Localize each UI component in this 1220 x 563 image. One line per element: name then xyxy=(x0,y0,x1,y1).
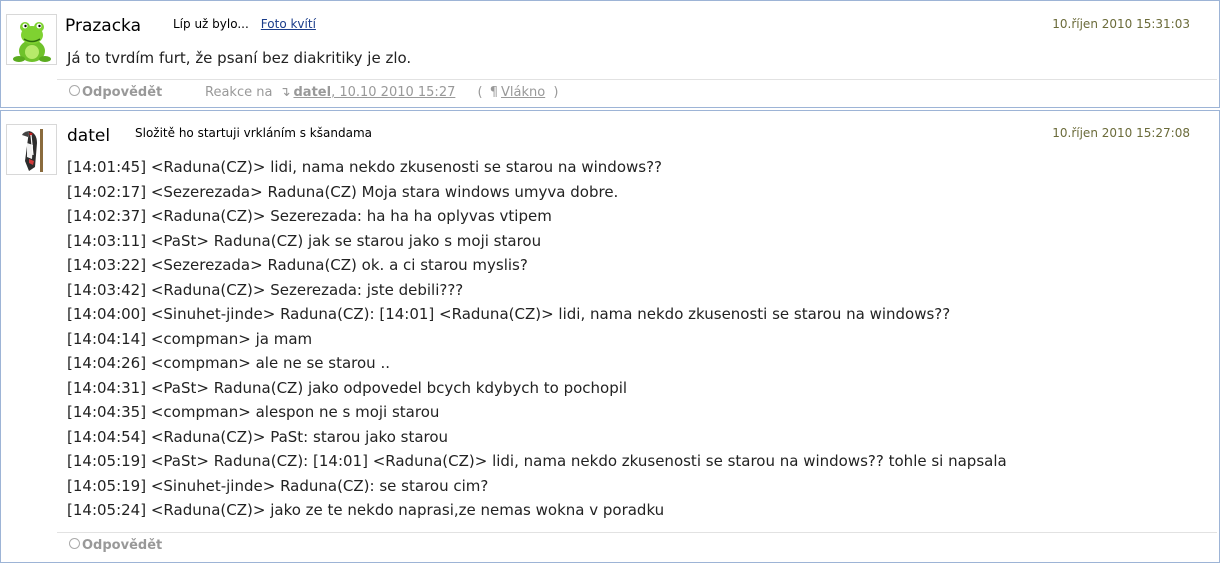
post-footer: Odpovědět xyxy=(57,532,1217,559)
reaction-prefix: Reakce na xyxy=(205,85,273,100)
chat-line: [14:03:11] <PaSt> Raduna(CZ) jak se star… xyxy=(67,231,542,250)
subject-text: Složitě ho startuji vrkláním s kšandama xyxy=(135,126,372,140)
chat-line: [14:04:35] <compman> alespon ne s moji s… xyxy=(67,403,440,421)
post-subject: Složitě ho startuji vrkláním s kšandama xyxy=(135,126,372,140)
subject-text: Líp už bylo... xyxy=(173,17,249,31)
reply-label: Odpovědět xyxy=(82,85,163,100)
reaction-date-link[interactable]: , 10.10 2010 15:27 xyxy=(331,85,455,100)
search-icon xyxy=(69,538,80,549)
subject-link[interactable]: Foto kvítí xyxy=(261,17,316,31)
post-date: 10.říjen 2010 15:31:03 xyxy=(1052,17,1190,31)
reply-button[interactable]: Odpovědět xyxy=(69,85,162,100)
chat-line: [14:04:14] <compman> ja mam xyxy=(67,329,313,348)
author-name[interactable]: Prazacka xyxy=(65,16,141,36)
reaction-info: Reakce na ↴ datel, 10.10 2010 15:27 ( ¶ Vl… xyxy=(205,85,559,100)
thread-icon: ¶ xyxy=(489,85,498,100)
chat-line: [14:04:54] <Raduna(CZ)> PaSt: starou jak… xyxy=(67,427,449,446)
post-footer: Odpovědět Reakce na ↴ datel, 10.10 2010 1… xyxy=(57,79,1217,106)
chat-line: [14:05:19] <PaSt> Raduna(CZ): [14:01] <R… xyxy=(67,452,1007,470)
chat-line: [14:02:37] <Raduna(CZ)> Sezerezada: ha h… xyxy=(67,207,552,225)
chat-line: [14:04:31] <PaSt> Raduna(CZ) jako odpove… xyxy=(67,378,628,397)
chat-line: [14:04:00] <Sinuhet-jinde> Raduna(CZ): [… xyxy=(67,305,951,323)
reply-arrow-icon: ↴ xyxy=(279,85,291,100)
post-subject: Líp už bylo... Foto kvítí xyxy=(173,17,316,31)
reply-label: Odpovědět xyxy=(82,538,163,553)
chat-line: [14:03:22] <Sezerezada> Raduna(CZ) ok. a… xyxy=(67,256,528,274)
chat-line: [14:05:24] <Raduna(CZ)> jako ze te nekdo… xyxy=(67,501,665,519)
thread-link[interactable]: Vlákno xyxy=(501,85,545,100)
comment-post: datel Složitě ho startuji vrkláním s kša… xyxy=(0,110,1220,563)
search-icon xyxy=(69,85,80,96)
chat-line: [14:05:19] <Sinuhet-jinde> Raduna(CZ): s… xyxy=(67,476,489,495)
woodpecker-avatar-icon[interactable] xyxy=(6,124,57,175)
post-body: Já to tvrdím furt, že psaní bez diakriti… xyxy=(67,49,412,67)
green-frog-avatar-icon[interactable] xyxy=(6,14,57,65)
comment-post: Prazacka Líp už bylo... Foto kvítí 10.říj… xyxy=(0,0,1220,108)
chat-line: [14:03:42] <Raduna(CZ)> Sezerezada: jste… xyxy=(67,280,464,299)
chat-line: [14:04:26] <compman> ale ne se starou .. xyxy=(67,354,390,372)
reaction-author-link[interactable]: datel xyxy=(293,85,331,100)
post-date: 10.říjen 2010 15:27:08 xyxy=(1052,126,1190,140)
chat-line: [14:01:45] <Raduna(CZ)> lidi, nama nekdo… xyxy=(67,158,662,176)
chat-line: [14:02:17] <Sezerezada> Raduna(CZ) Moja … xyxy=(67,182,619,201)
post-body: [14:01:45] <Raduna(CZ)> lidi, nama nekdo… xyxy=(67,155,1007,523)
reply-button[interactable]: Odpovědět xyxy=(69,538,162,553)
author-name[interactable]: datel xyxy=(67,126,110,146)
